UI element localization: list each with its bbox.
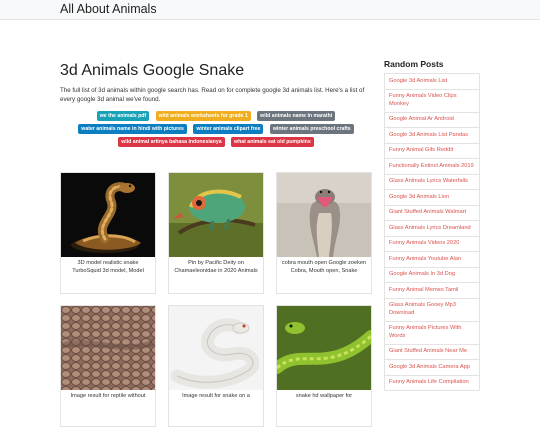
image-card[interactable]: snake hd wallpaper for	[276, 305, 372, 427]
tag-link[interactable]: water animals name in hindi with picture…	[78, 124, 187, 134]
image-card[interactable]: Image result for reptile without	[60, 305, 156, 427]
sidebar: Random Posts Google 3d Animals List Funn…	[384, 58, 480, 391]
card-caption: 3D model realistic snake TurboSquid 3d m…	[72, 260, 144, 274]
article-header: 3d Animals Google Snake The full list of…	[60, 60, 372, 150]
sidebar-post-link[interactable]: Functionally Extinct Animals 2019	[385, 159, 479, 175]
card-caption: Pin by Pacific Deity on Chamaeleonidae i…	[174, 260, 258, 274]
sidebar-post-link[interactable]: Giant Stuffed Animals Walmart	[385, 206, 479, 221]
sidebar-post-link[interactable]: Glass Animals Lyrics Dreamland	[385, 221, 479, 237]
article-intro: The full list of 3d animals within googl…	[60, 87, 365, 103]
sidebar-post-link[interactable]: Google 3d Animals Camera App	[385, 360, 479, 376]
tag-link[interactable]: we the animals pdf	[96, 111, 150, 121]
tag-link[interactable]: wild animals worksheets for grade 1	[155, 111, 251, 121]
top-navbar: All About Animals	[0, 0, 540, 20]
sidebar-post-link[interactable]: Funny Animals Video Clips Monkey	[385, 90, 479, 113]
sidebar-title: Random Posts	[384, 59, 444, 69]
image-card[interactable]: cobra mouth open Google zoeken Cobra, Mo…	[276, 172, 372, 294]
image-card[interactable]: 3D model realistic snake TurboSquid 3d m…	[60, 172, 156, 294]
sidebar-post-link[interactable]: Funny Animal Gifs Reddit	[385, 144, 479, 159]
sidebar-post-link[interactable]: Funny Animal Memes Tamil	[385, 283, 479, 299]
image-card[interactable]: Pin by Pacific Deity on Chamaeleonidae i…	[168, 172, 264, 294]
sidebar-post-link[interactable]: Google Animal Ar Android	[385, 113, 479, 128]
white-snake-image[interactable]	[169, 306, 263, 390]
tag-link[interactable]: wild animals name in marathi	[257, 111, 336, 121]
sidebar-post-link[interactable]: Google 3d Animals Lion	[385, 190, 479, 206]
tag-link[interactable]: what animals eat old pumpkins	[231, 137, 314, 147]
green-snake-image[interactable]	[277, 306, 371, 390]
sidebar-post-link[interactable]: Funny Animals Videos 2020	[385, 237, 479, 252]
sidebar-post-link[interactable]: Google 3d Animals List	[385, 74, 479, 90]
page-title: 3d Animals Google Snake	[60, 62, 245, 79]
card-caption: snake hd wallpaper for	[295, 393, 353, 399]
sidebar-post-link[interactable]: Google 3d Animals List Pandas	[385, 128, 479, 144]
sidebar-post-link[interactable]: Funny Animals Pictures With Words	[385, 322, 479, 345]
random-posts-list: Google 3d Animals List Funny Animals Vid…	[384, 73, 480, 391]
card-caption: Image result for snake on a	[182, 393, 250, 399]
card-caption: cobra mouth open Google zoeken Cobra, Mo…	[281, 260, 367, 274]
tag-link[interactable]: winter animals preschool crafts	[269, 124, 354, 134]
image-card[interactable]: Image result for snake on a	[168, 305, 264, 427]
sidebar-post-link[interactable]: Google Animals In 3d Dog	[385, 268, 479, 283]
tag-link[interactable]: winter animals clipart free	[193, 124, 264, 134]
sidebar-post-link[interactable]: Giant Stuffed Animals Near Me	[385, 345, 479, 360]
cobra-image[interactable]	[277, 173, 371, 257]
chameleon-image[interactable]	[169, 173, 263, 257]
sidebar-post-link[interactable]: Funny Animals Life Compilation	[385, 376, 479, 391]
snake-3d-image[interactable]	[61, 173, 155, 257]
reptile-scales-image[interactable]	[61, 306, 155, 390]
tag-link[interactable]: wild animal artinya bahasa indonesianya	[118, 137, 225, 147]
sidebar-post-link[interactable]: Funny Animals Youtube Alan	[385, 252, 479, 268]
card-caption: Image result for reptile without	[70, 393, 146, 399]
sidebar-post-link[interactable]: Glass Animals Lyrics Waterfalls	[385, 175, 479, 190]
tag-list: we the animals pdf wild animals workshee…	[60, 111, 372, 150]
site-brand-link[interactable]: All About Animals	[60, 1, 157, 17]
sidebar-post-link[interactable]: Glass Animals Gooey Mp3 Download	[385, 299, 479, 322]
